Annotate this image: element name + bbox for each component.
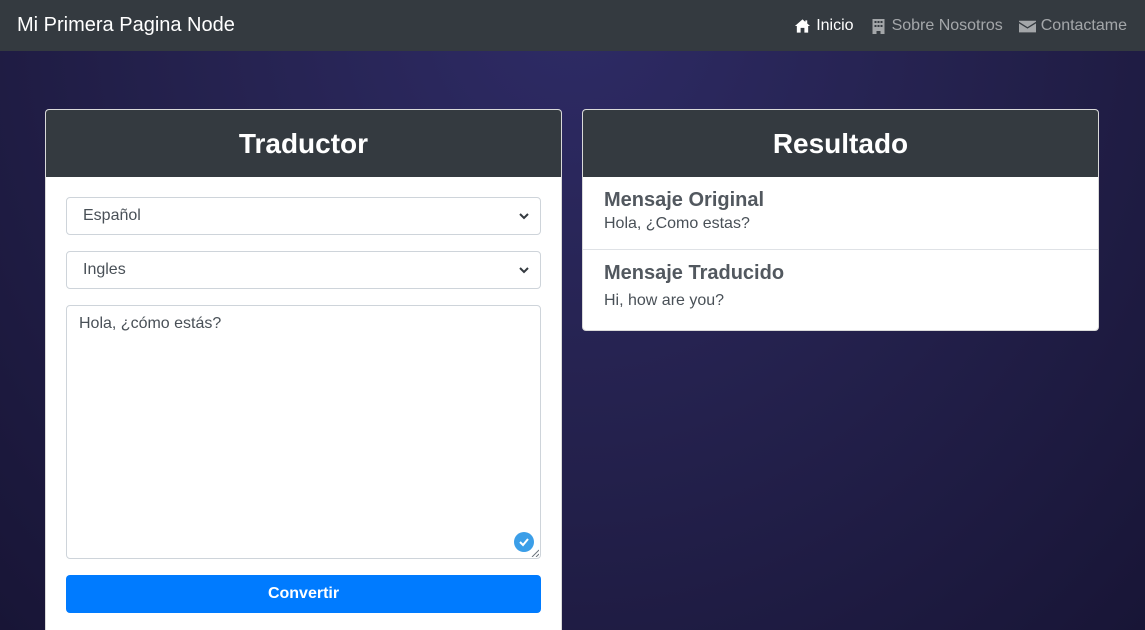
original-message-label: Mensaje Original — [604, 189, 765, 211]
source-language-select[interactable]: Español — [66, 197, 541, 235]
building-icon — [872, 18, 885, 34]
navbar: Mi Primera Pagina Node Inicio Sobre Noso… — [0, 0, 1145, 51]
target-language-select[interactable]: Ingles — [66, 251, 541, 289]
nav-link-label: Sobre Nosotros — [891, 16, 1003, 34]
nav-link-contactame[interactable]: Contactame — [1018, 16, 1127, 35]
envelope-icon — [1018, 20, 1036, 32]
result-card-header: Resultado — [583, 110, 1098, 177]
nav-link-inicio[interactable]: Inicio — [794, 16, 854, 35]
convert-button[interactable]: Convertir — [66, 575, 541, 613]
source-language-value: Español — [83, 207, 141, 224]
chevron-down-icon — [519, 267, 529, 274]
message-textarea[interactable]: Hola, ¿cómo estás? — [66, 305, 541, 559]
translated-message-item: Mensaje Traducido Hi, how are you? — [583, 250, 1098, 330]
translator-form: Español Ingles Hola, ¿cómo estás? Conver… — [46, 177, 561, 613]
nav-link-label: Inicio — [816, 16, 854, 34]
original-message-item: Mensaje Original Hola, ¿Como estas? — [583, 177, 1098, 250]
home-icon — [795, 18, 811, 33]
nav-link-sobre-nosotros[interactable]: Sobre Nosotros — [870, 17, 1003, 35]
nav-menu: Inicio Sobre Nosotros Contactame — [794, 17, 1127, 35]
message-text: Hola, ¿cómo estás? — [79, 315, 222, 332]
translator-title: Traductor — [238, 127, 369, 159]
chevron-down-icon — [519, 213, 529, 220]
translated-message-text: Hi, how are you? — [604, 292, 725, 309]
resize-handle-icon[interactable] — [531, 549, 539, 557]
translator-card-header: Traductor — [46, 110, 561, 177]
target-language-value: Ingles — [83, 261, 126, 278]
result-card: Resultado Mensaje Original Hola, ¿Como e… — [582, 109, 1099, 331]
nav-link-label: Contactame — [1040, 16, 1127, 34]
translated-message-label: Mensaje Traducido — [604, 262, 785, 284]
result-title: Resultado — [772, 127, 909, 159]
brand-title[interactable]: Mi Primera Pagina Node — [17, 14, 235, 37]
translator-card: Traductor Español Ingles Hola, ¿cómo est… — [45, 109, 562, 630]
original-message-text: Hola, ¿Como estas? — [604, 215, 750, 232]
